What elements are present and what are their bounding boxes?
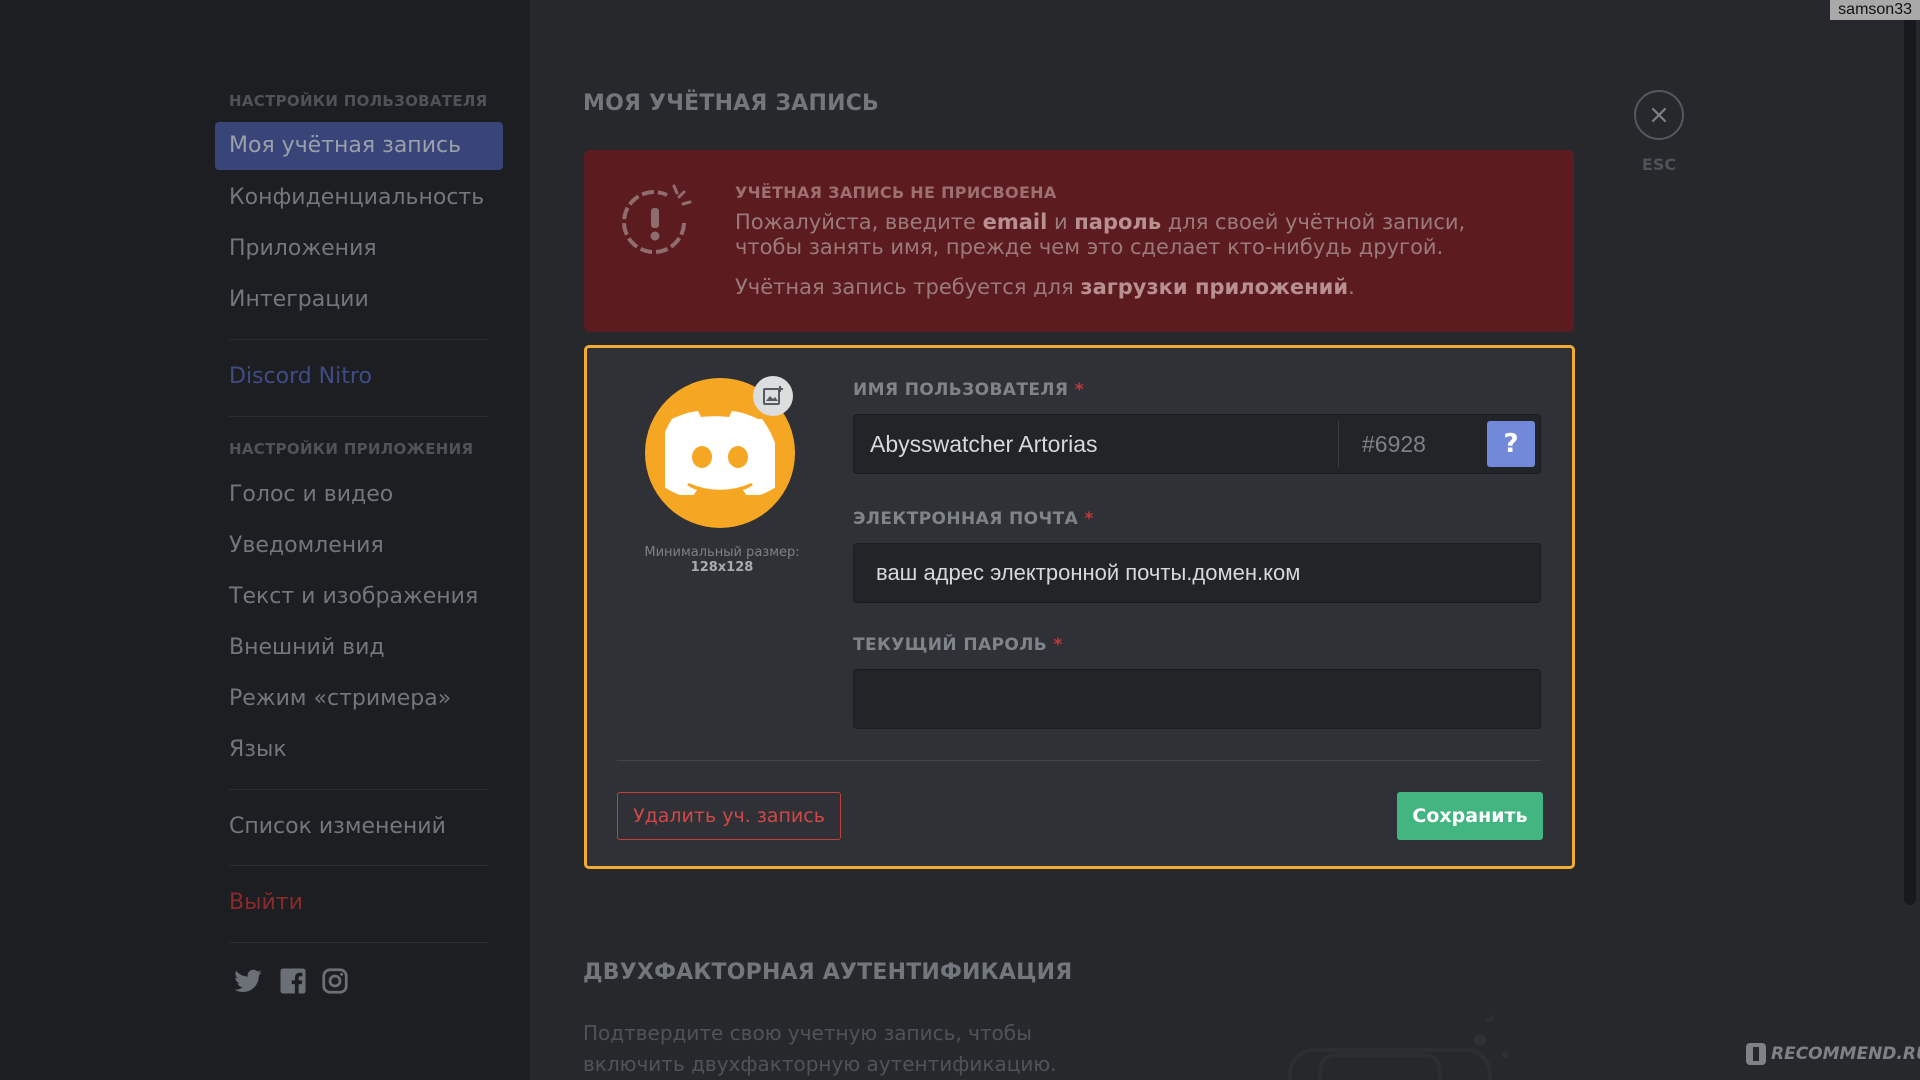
delete-account-button[interactable]: Удалить уч. запись (617, 792, 841, 840)
instagram-icon[interactable] (320, 966, 350, 996)
sidebar-divider (229, 416, 489, 417)
sidebar-divider (229, 339, 489, 340)
discriminator-divider (1338, 421, 1339, 467)
page-title: МОЯ УЧЁТНАЯ ЗАПИСЬ (583, 91, 880, 116)
sidebar-header-user-settings: НАСТРОЙКИ ПОЛЬЗОВАТЕЛЯ (229, 92, 488, 110)
user-tag: samson33 (1830, 0, 1920, 20)
sidebar-item-voice-video[interactable]: Голос и видео (215, 471, 503, 519)
sidebar-item-text-images[interactable]: Текст и изображения (215, 573, 503, 621)
email-input[interactable]: ваш адрес электронной почты.домен.ком (876, 544, 1300, 602)
sidebar-item-notifications[interactable]: Уведомления (215, 522, 503, 570)
sidebar-divider (229, 789, 489, 790)
username-input[interactable]: Abysswatcher Artorias (870, 415, 1098, 473)
email-label: ЭЛЕКТРОННАЯ ПОЧТА * (853, 509, 1094, 529)
image-add-icon (763, 386, 783, 405)
scrollbar[interactable] (1904, 0, 1916, 905)
username-label: ИМЯ ПОЛЬЗОВАТЕЛЯ * (853, 380, 1084, 400)
sidebar-item-integrations[interactable]: Интеграции (215, 276, 503, 324)
unclaimed-account-alert: УЧЁТНАЯ ЗАПИСЬ НЕ ПРИСВОЕНА Пожалуйста, … (584, 150, 1574, 332)
close-icon (1651, 107, 1667, 123)
close-button[interactable] (1634, 90, 1684, 140)
sidebar-divider (229, 942, 489, 943)
sidebar-item-apps[interactable]: Приложения (215, 225, 503, 273)
alert-text-secondary: Учётная запись требуется для загрузки пр… (735, 275, 1355, 299)
sidebar-item-language[interactable]: Язык (215, 726, 503, 774)
discriminator-help-button[interactable]: ? (1487, 421, 1535, 467)
sidebar-item-my-account[interactable]: Моя учётная запись (215, 122, 503, 170)
sidebar-item-changelog[interactable]: Список изменений (215, 803, 503, 851)
password-field[interactable] (853, 669, 1541, 729)
sidebar-item-privacy[interactable]: Конфиденциальность (215, 174, 503, 222)
esc-label: ESC (1641, 155, 1677, 174)
avatar-size-hint: Минимальный размер: 128x128 (644, 545, 800, 575)
sidebar-item-nitro[interactable]: Discord Nitro (215, 353, 503, 401)
save-button[interactable]: Сохранить (1397, 792, 1543, 840)
sidebar-header-app-settings: НАСТРОЙКИ ПРИЛОЖЕНИЯ (229, 440, 474, 458)
sidebar-item-logout[interactable]: Выйти (215, 879, 503, 927)
sidebar-item-appearance[interactable]: Внешний вид (215, 624, 503, 672)
warning-icon (622, 184, 692, 255)
card-divider (617, 760, 1541, 761)
sidebar-item-streamer-mode[interactable]: Режим «стримера» (215, 675, 503, 723)
facebook-icon[interactable] (278, 966, 308, 996)
watermark: RECOMMEND.RU (1745, 1042, 1920, 1066)
recommend-logo-icon (1746, 1043, 1766, 1065)
account-edit-card: Минимальный размер: 128x128 ИМЯ ПОЛЬЗОВА… (584, 345, 1575, 869)
email-field[interactable]: ваш адрес электронной почты.домен.ком (853, 543, 1541, 603)
twitter-icon[interactable] (233, 966, 263, 996)
discriminator-input[interactable]: #6928 (1362, 415, 1426, 473)
alert-text: Пожалуйста, введите email и пароль для с… (735, 210, 1466, 259)
alert-title: УЧЁТНАЯ ЗАПИСЬ НЕ ПРИСВОЕНА (735, 183, 1057, 202)
username-field[interactable]: Abysswatcher Artorias #6928 ? (853, 414, 1541, 474)
twofa-description: Подтвердите свою учетную запись, чтобы в… (583, 1021, 1057, 1076)
password-label: ТЕКУЩИЙ ПАРОЛЬ * (853, 635, 1063, 655)
avatar-upload-button[interactable] (753, 376, 793, 416)
discord-logo-icon (665, 411, 775, 495)
sidebar-divider (229, 865, 489, 866)
twofa-illustration (1288, 1015, 1508, 1080)
twofa-title: ДВУХФАКТОРНАЯ АУТЕНТИФИКАЦИЯ (583, 960, 1073, 985)
